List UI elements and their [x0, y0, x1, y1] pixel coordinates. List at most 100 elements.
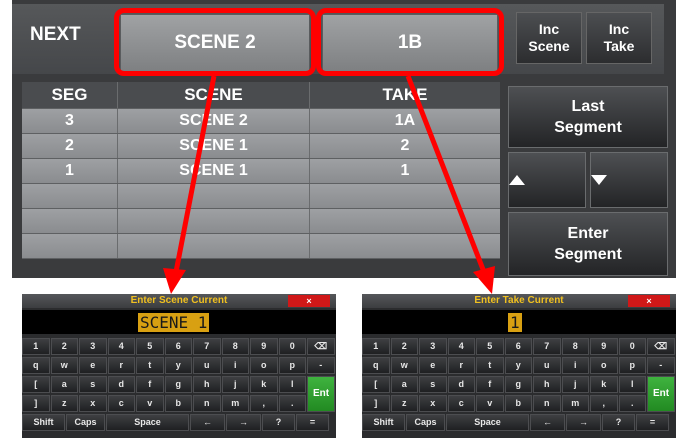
key-r0-6[interactable]: 7: [193, 338, 221, 355]
key-shift[interactable]: Shift: [362, 414, 405, 431]
key-r0-10[interactable]: ⌫: [307, 338, 335, 355]
key-r3-7[interactable]: m: [221, 395, 249, 412]
key-r2-5[interactable]: g: [164, 376, 192, 393]
key-r1-8[interactable]: o: [590, 357, 618, 374]
table-row[interactable]: 3 SCENE 2 1A: [22, 109, 500, 134]
enter-key[interactable]: Ent: [307, 376, 335, 412]
key-right[interactable]: →: [226, 414, 261, 431]
key-r1-3[interactable]: r: [107, 357, 135, 374]
key-r3-2[interactable]: x: [79, 395, 107, 412]
key-r3-7[interactable]: m: [561, 395, 589, 412]
key-r2-5[interactable]: g: [504, 376, 532, 393]
key-r3-6[interactable]: n: [533, 395, 561, 412]
key-r1-5[interactable]: y: [164, 357, 192, 374]
key-r3-9[interactable]: .: [278, 395, 306, 412]
key-r2-1[interactable]: a: [50, 376, 78, 393]
key-question[interactable]: ?: [262, 414, 295, 431]
key-r1-10[interactable]: -: [647, 357, 675, 374]
key-r3-2[interactable]: x: [419, 395, 447, 412]
key-r1-9[interactable]: p: [618, 357, 646, 374]
key-equals[interactable]: =: [636, 414, 669, 431]
key-r3-5[interactable]: b: [164, 395, 192, 412]
key-r0-1[interactable]: 2: [50, 338, 78, 355]
key-r2-7[interactable]: j: [221, 376, 249, 393]
key-r2-2[interactable]: s: [419, 376, 447, 393]
key-r1-0[interactable]: q: [362, 357, 390, 374]
key-r2-6[interactable]: h: [533, 376, 561, 393]
key-r2-3[interactable]: d: [447, 376, 475, 393]
key-r2-9[interactable]: l: [278, 376, 306, 393]
key-r2-2[interactable]: s: [79, 376, 107, 393]
key-r3-5[interactable]: b: [504, 395, 532, 412]
key-r2-8[interactable]: k: [250, 376, 278, 393]
key-r1-7[interactable]: i: [221, 357, 249, 374]
key-r2-1[interactable]: a: [390, 376, 418, 393]
key-caps[interactable]: Caps: [406, 414, 445, 431]
key-r0-7[interactable]: 8: [221, 338, 249, 355]
key-r0-8[interactable]: 9: [250, 338, 278, 355]
key-r0-1[interactable]: 2: [390, 338, 418, 355]
key-r0-6[interactable]: 7: [533, 338, 561, 355]
key-r1-4[interactable]: t: [136, 357, 164, 374]
key-r1-3[interactable]: r: [447, 357, 475, 374]
key-equals[interactable]: =: [296, 414, 329, 431]
table-row[interactable]: 2 SCENE 12: [22, 134, 500, 159]
key-r3-4[interactable]: v: [136, 395, 164, 412]
key-r3-1[interactable]: z: [50, 395, 78, 412]
key-space[interactable]: Space: [446, 414, 529, 431]
scroll-up-button[interactable]: [508, 152, 586, 208]
key-r1-4[interactable]: t: [476, 357, 504, 374]
key-shift[interactable]: Shift: [22, 414, 65, 431]
key-r2-4[interactable]: f: [476, 376, 504, 393]
key-r0-5[interactable]: 6: [164, 338, 192, 355]
scene-input-value[interactable]: SCENE 1: [138, 313, 210, 332]
key-r2-8[interactable]: k: [590, 376, 618, 393]
enter-key[interactable]: Ent: [647, 376, 675, 412]
key-r0-0[interactable]: 1: [362, 338, 390, 355]
key-r1-7[interactable]: i: [561, 357, 589, 374]
key-r0-8[interactable]: 9: [590, 338, 618, 355]
key-left[interactable]: ←: [190, 414, 225, 431]
key-r1-2[interactable]: e: [79, 357, 107, 374]
key-r3-3[interactable]: c: [107, 395, 135, 412]
key-r2-0[interactable]: [: [362, 376, 390, 393]
key-r0-3[interactable]: 4: [447, 338, 475, 355]
table-row[interactable]: 1 SCENE 11: [22, 159, 500, 184]
key-r0-9[interactable]: 0: [278, 338, 306, 355]
table-row[interactable]: [22, 234, 500, 259]
key-r1-9[interactable]: p: [278, 357, 306, 374]
key-r2-0[interactable]: [: [22, 376, 50, 393]
key-r2-7[interactable]: j: [561, 376, 589, 393]
key-r1-8[interactable]: o: [250, 357, 278, 374]
key-r3-8[interactable]: ,: [250, 395, 278, 412]
key-r1-1[interactable]: w: [50, 357, 78, 374]
close-icon[interactable]: ×: [288, 295, 330, 307]
key-r2-6[interactable]: h: [193, 376, 221, 393]
key-r1-6[interactable]: u: [193, 357, 221, 374]
key-r2-4[interactable]: f: [136, 376, 164, 393]
key-r3-1[interactable]: z: [390, 395, 418, 412]
key-r1-2[interactable]: e: [419, 357, 447, 374]
key-r1-5[interactable]: y: [504, 357, 532, 374]
key-r1-6[interactable]: u: [533, 357, 561, 374]
key-r2-3[interactable]: d: [107, 376, 135, 393]
key-r3-9[interactable]: .: [618, 395, 646, 412]
key-r0-4[interactable]: 5: [476, 338, 504, 355]
key-r1-1[interactable]: w: [390, 357, 418, 374]
key-space[interactable]: Space: [106, 414, 189, 431]
key-r0-4[interactable]: 5: [136, 338, 164, 355]
key-r3-8[interactable]: ,: [590, 395, 618, 412]
key-r0-10[interactable]: ⌫: [647, 338, 675, 355]
key-r0-2[interactable]: 3: [419, 338, 447, 355]
key-r3-0[interactable]: ]: [362, 395, 390, 412]
close-icon[interactable]: ×: [628, 295, 670, 307]
key-r3-6[interactable]: n: [193, 395, 221, 412]
key-r3-4[interactable]: v: [476, 395, 504, 412]
key-r0-5[interactable]: 6: [504, 338, 532, 355]
key-left[interactable]: ←: [530, 414, 565, 431]
key-r3-0[interactable]: ]: [22, 395, 50, 412]
key-r0-3[interactable]: 4: [107, 338, 135, 355]
last-segment-button[interactable]: Last Segment: [508, 86, 668, 148]
scroll-down-button[interactable]: [590, 152, 668, 208]
key-right[interactable]: →: [566, 414, 601, 431]
